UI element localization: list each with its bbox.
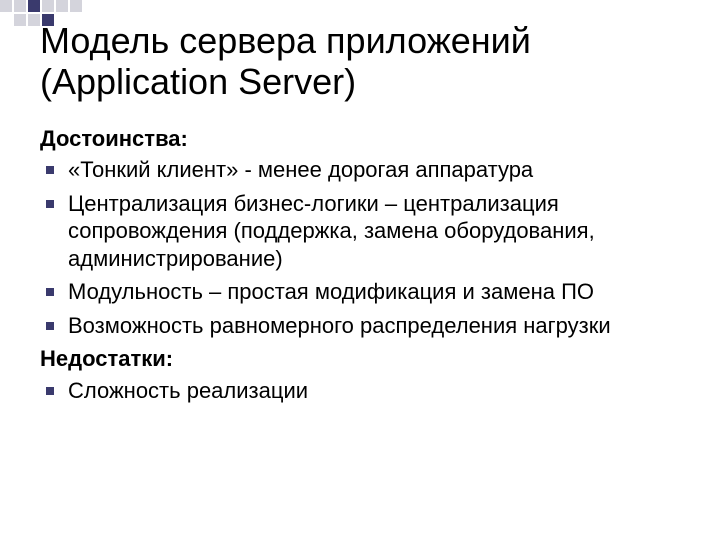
list-item: «Тонкий клиент» - менее дорогая аппарату…: [40, 156, 680, 184]
list-item: Централизация бизнес-логики – централиза…: [40, 190, 680, 273]
disadvantages-list: Сложность реализации: [40, 377, 680, 405]
list-item: Сложность реализации: [40, 377, 680, 405]
disadvantages-heading: Недостатки:: [40, 345, 680, 373]
list-item: Модульность – простая модификация и заме…: [40, 278, 680, 306]
corner-decoration: [0, 0, 84, 26]
list-item: Возможность равномерного распределения н…: [40, 312, 680, 340]
slide-title: Модель сервера приложений (Application S…: [40, 20, 680, 103]
advantages-list: «Тонкий клиент» - менее дорогая аппарату…: [40, 156, 680, 339]
advantages-heading: Достоинства:: [40, 125, 680, 153]
